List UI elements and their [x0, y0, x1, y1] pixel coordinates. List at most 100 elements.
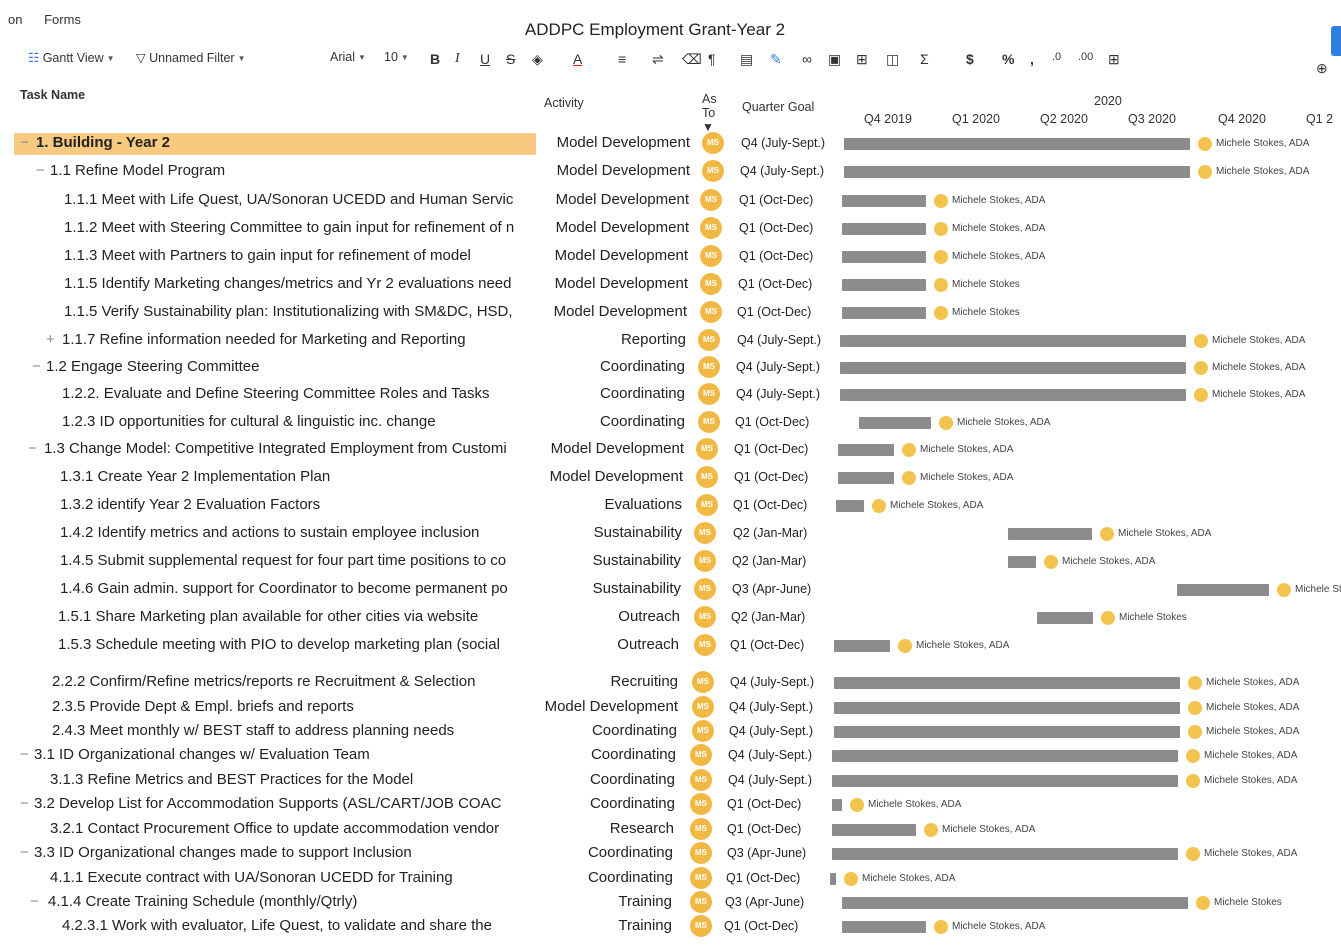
highlight-icon[interactable]: ✎	[770, 51, 782, 68]
gantt-bar[interactable]	[1037, 612, 1093, 624]
assignee-avatar[interactable]: MS	[698, 383, 720, 405]
task-name[interactable]: 1.1.2 Meet with Steering Committee to ga…	[64, 219, 530, 236]
collapse-toggle-icon[interactable]: −	[28, 440, 37, 457]
quarter-goal-cell[interactable]: Q1 (Oct-Dec)	[738, 277, 812, 291]
task-name[interactable]: 1.1.1 Meet with Life Quest, UA/Sonoran U…	[64, 191, 530, 208]
task-name[interactable]: 1.1.5 Identify Marketing changes/metrics…	[64, 275, 530, 292]
activity-cell[interactable]: Model Development	[538, 275, 688, 292]
grid-icon[interactable]: ⊞	[1108, 51, 1120, 68]
task-name[interactable]: 1.1.3 Meet with Partners to gain input f…	[64, 247, 530, 264]
activity-cell[interactable]: Coordinating	[535, 413, 685, 430]
quarter-goal-cell[interactable]: Q1 (Oct-Dec)	[739, 221, 813, 235]
task-name[interactable]: 1.5.3 Schedule meeting with PIO to devel…	[58, 636, 530, 653]
activity-cell[interactable]: Training	[522, 893, 672, 910]
quarter-goal-cell[interactable]: Q1 (Oct-Dec)	[735, 415, 809, 429]
gantt-bar[interactable]	[834, 640, 890, 652]
filter-button[interactable]: ▽ Unnamed Filter ▼	[136, 50, 245, 65]
column-header-quarter-goal[interactable]: Quarter Goal	[742, 100, 814, 114]
gantt-bar[interactable]	[836, 500, 864, 512]
side-panel-tab[interactable]	[1331, 26, 1341, 56]
quarter-goal-cell[interactable]: Q4 (July-Sept.)	[728, 773, 812, 787]
assignee-avatar[interactable]: MS	[700, 301, 722, 323]
quarter-goal-cell[interactable]: Q1 (Oct-Dec)	[727, 822, 801, 836]
task-name[interactable]: 1.1.7 Refine information needed for Mark…	[62, 331, 530, 348]
assignee-avatar[interactable]: MS	[698, 411, 720, 433]
assignee-avatar[interactable]: MS	[690, 769, 712, 791]
fill-color-icon[interactable]: ◈	[532, 51, 543, 68]
task-name[interactable]: 1.1.5 Verify Sustainability plan: Instit…	[64, 303, 530, 320]
activity-cell[interactable]: Research	[524, 820, 674, 837]
task-name[interactable]: 1.5.1 Share Marketing plan available for…	[58, 608, 530, 625]
gantt-bar[interactable]	[832, 799, 842, 811]
gantt-bar[interactable]	[844, 138, 1190, 150]
image-icon[interactable]: ▣	[828, 51, 841, 68]
assignee-avatar[interactable]: MS	[698, 329, 720, 351]
quarter-goal-cell[interactable]: Q4 (July-Sept.)	[729, 724, 813, 738]
quarter-goal-cell[interactable]: Q3 (Apr-June)	[732, 582, 811, 596]
link-icon[interactable]: ∞	[802, 51, 812, 67]
activity-cell[interactable]: Training	[522, 917, 672, 934]
assignee-avatar[interactable]: MS	[690, 915, 712, 937]
zoom-icon[interactable]: ⊕	[1316, 60, 1328, 77]
gantt-bar[interactable]	[859, 417, 931, 429]
column-header-assigned-to[interactable]: As To ▼	[702, 92, 717, 134]
collapse-toggle-icon[interactable]: −	[32, 358, 41, 375]
gantt-bar[interactable]	[832, 824, 916, 836]
activity-cell[interactable]: Coordinating	[523, 844, 673, 861]
assignee-avatar[interactable]: MS	[694, 634, 716, 656]
align-icon[interactable]: ≡	[618, 51, 626, 67]
gantt-bar[interactable]	[844, 166, 1190, 178]
task-name[interactable]: 1.3 Change Model: Competitive Integrated…	[44, 440, 530, 457]
task-name[interactable]: 2.2.2 Confirm/Refine metrics/reports re …	[52, 673, 530, 690]
clear-format-icon[interactable]: ⌫	[682, 51, 702, 68]
activity-cell[interactable]: Reporting	[536, 331, 686, 348]
quarter-goal-cell[interactable]: Q4 (July-Sept.)	[737, 333, 821, 347]
task-name[interactable]: 1.2 Engage Steering Committee	[46, 358, 530, 375]
gantt-bar[interactable]	[1177, 584, 1269, 596]
quarter-goal-cell[interactable]: Q4 (July-Sept.)	[729, 700, 813, 714]
assignee-avatar[interactable]: MS	[690, 842, 712, 864]
gantt-bar[interactable]	[842, 307, 926, 319]
italic-button[interactable]: I	[455, 51, 460, 67]
assignee-avatar[interactable]: MS	[692, 720, 714, 742]
bold-button[interactable]: B	[430, 51, 440, 67]
assignee-avatar[interactable]: MS	[700, 273, 722, 295]
activity-cell[interactable]: Recruiting	[528, 673, 678, 690]
quarter-goal-cell[interactable]: Q1 (Oct-Dec)	[727, 797, 801, 811]
activity-cell[interactable]: Model Development	[540, 134, 690, 151]
increase-decimal-button[interactable]: .00	[1078, 51, 1093, 63]
percent-button[interactable]: %	[1002, 51, 1014, 67]
task-name[interactable]: 2.3.5 Provide Dept & Empl. briefs and re…	[52, 698, 530, 715]
assignee-avatar[interactable]: MS	[694, 606, 716, 628]
gantt-bar[interactable]	[832, 750, 1178, 762]
activity-cell[interactable]: Evaluations	[532, 496, 682, 513]
task-name[interactable]: 1.4.6 Gain admin. support for Coordinato…	[60, 580, 530, 597]
task-name[interactable]: 3.1 ID Organizational changes w/ Evaluat…	[34, 746, 530, 763]
decrease-decimal-button[interactable]: .0	[1052, 51, 1061, 63]
currency-button[interactable]: $	[966, 51, 974, 67]
activity-cell[interactable]: Model Development	[540, 162, 690, 179]
underline-button[interactable]: U	[480, 51, 490, 67]
assignee-avatar[interactable]: MS	[694, 550, 716, 572]
format-painter-icon[interactable]: ¶	[708, 51, 716, 67]
gantt-bar[interactable]	[842, 251, 926, 263]
assignee-avatar[interactable]: MS	[694, 522, 716, 544]
quarter-goal-cell[interactable]: Q4 (July-Sept.)	[728, 748, 812, 762]
collapse-toggle-icon[interactable]: −	[20, 844, 29, 861]
collapse-toggle-icon[interactable]: −	[36, 162, 45, 179]
task-name[interactable]: 1.4.5 Submit supplemental request for fo…	[60, 552, 530, 569]
assignee-avatar[interactable]: MS	[694, 578, 716, 600]
gantt-bar[interactable]	[842, 279, 926, 291]
activity-cell[interactable]: Model Development	[534, 440, 684, 457]
assignee-avatar[interactable]: MS	[700, 245, 722, 267]
assignee-avatar[interactable]: MS	[700, 189, 722, 211]
columns-icon[interactable]: ◫	[886, 51, 899, 68]
gantt-bar[interactable]	[838, 472, 894, 484]
activity-cell[interactable]: Coordinating	[535, 358, 685, 375]
comma-button[interactable]: ,	[1030, 51, 1034, 67]
activity-cell[interactable]: Sustainability	[531, 580, 681, 597]
task-name[interactable]: 4.2.3.1 Work with evaluator, Life Quest,…	[62, 917, 530, 934]
quarter-goal-cell[interactable]: Q2 (Jan-Mar)	[732, 554, 806, 568]
card-view-icon[interactable]: ▤	[740, 51, 753, 68]
column-header-activity[interactable]: Activity	[544, 96, 584, 110]
